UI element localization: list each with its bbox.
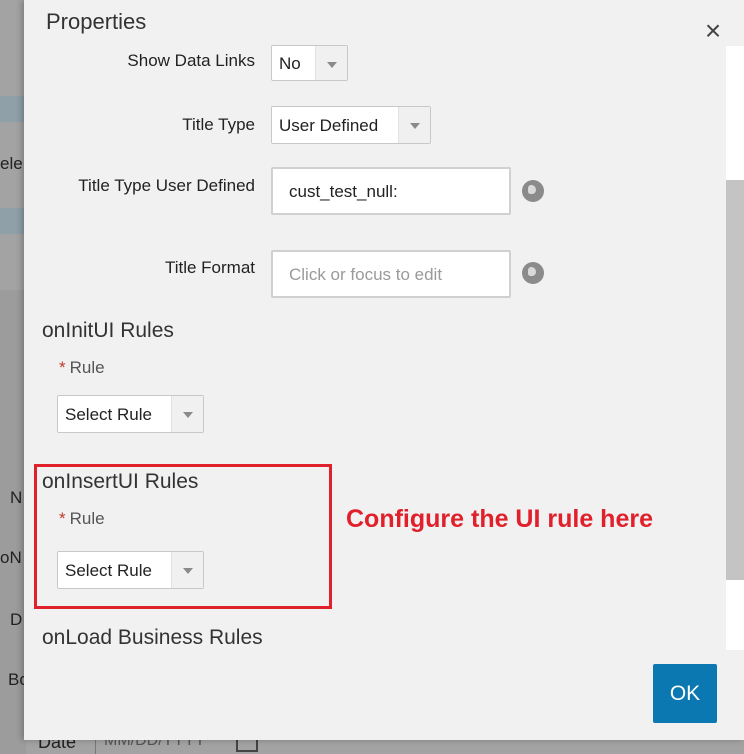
close-icon[interactable]: × [701,17,725,45]
oninitui-rule-value: Select Rule [65,405,152,424]
background-text: oN [0,548,22,567]
title-format-input[interactable]: Click or focus to edit [271,250,511,298]
properties-dialog: Properties × Show Data Links No Title Ty… [24,0,744,740]
background-text: N [10,488,23,507]
title-type-user-defined-value: cust_test_null: [289,182,398,201]
background-text: ele [0,154,23,173]
title-type-value: User Defined [279,116,379,135]
chevron-down-icon[interactable] [171,396,203,432]
background-text: D [10,610,23,629]
scrollbar-thumb[interactable] [726,180,744,580]
section-onload-business-title: onLoad Business Rules [42,626,263,649]
ok-button[interactable]: OK [653,664,717,723]
title-type-user-defined-input[interactable]: cust_test_null: [271,167,511,215]
annotation-text: Configure the UI rule here [346,505,653,533]
dialog-title: Properties [46,9,147,34]
chevron-down-icon[interactable] [398,107,430,143]
title-type-select[interactable]: User Defined [271,106,431,144]
show-data-links-value: No [279,54,301,73]
oninitui-rule-select[interactable]: Select Rule [57,395,204,433]
title-format-label: Title Format [164,258,255,277]
oninitui-rule-label: * Rule [59,358,105,377]
globe-icon[interactable] [522,180,544,202]
title-type-user-defined-label: Title Type User Defined [78,176,255,195]
globe-icon[interactable] [522,262,544,284]
chevron-down-icon[interactable] [315,46,347,80]
show-data-links-label: Show Data Links [127,51,255,70]
title-format-placeholder: Click or focus to edit [289,265,443,284]
background-band [0,96,26,122]
title-type-label: Title Type [182,115,255,134]
section-oninitui-title: onInitUI Rules [42,319,174,342]
background-band [0,208,26,234]
show-data-links-select[interactable]: No [271,45,348,81]
annotation-highlight-box [34,464,332,609]
